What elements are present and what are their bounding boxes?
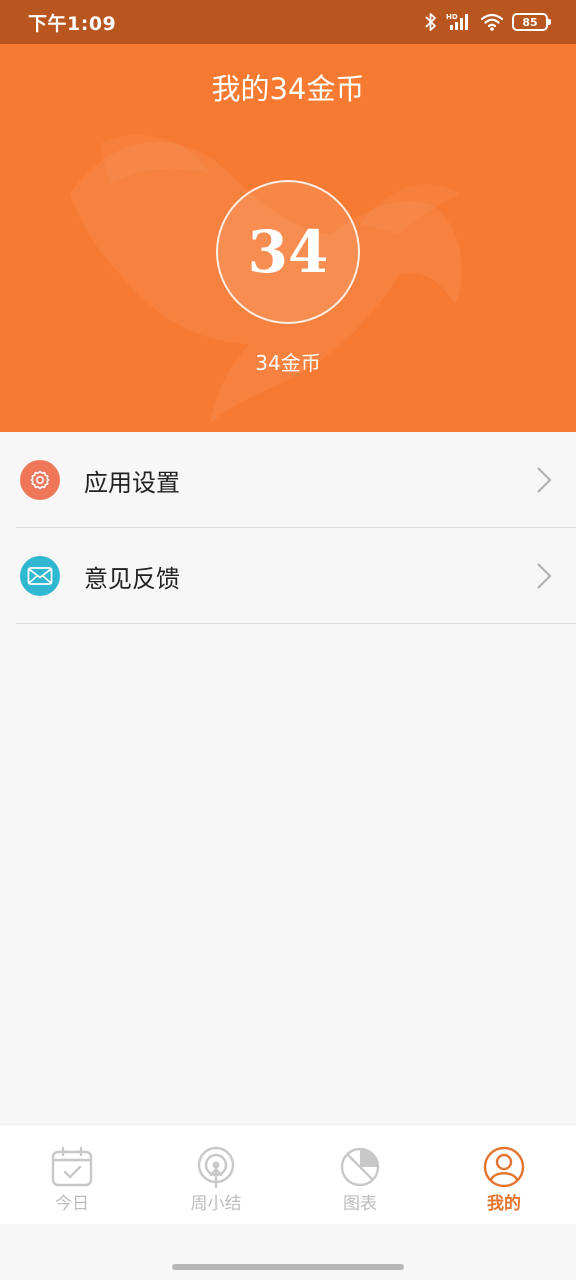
pie-chart-icon bbox=[340, 1147, 380, 1187]
user-icon bbox=[483, 1146, 525, 1188]
calendar-check-icon bbox=[51, 1146, 93, 1187]
settings-menu: 应用设置 意见反馈 bbox=[0, 432, 576, 624]
tab-label: 周小结 bbox=[190, 1194, 242, 1214]
svg-text:HD: HD bbox=[446, 13, 458, 21]
tab-label: 我的 bbox=[487, 1194, 521, 1214]
chevron-right-icon bbox=[537, 563, 552, 589]
page-title: 我的34金币 bbox=[211, 72, 365, 106]
tab-label: 图表 bbox=[343, 1194, 377, 1214]
tab-weekly-summary[interactable]: 周小结 bbox=[144, 1125, 288, 1224]
status-time: 下午1:09 bbox=[28, 12, 117, 35]
bottom-tab-bar: 今日 周小结 图表 我的 bbox=[0, 1124, 576, 1224]
coin-balance-circle: 34 bbox=[216, 180, 360, 324]
phone-screen: 下午1:09 HD 85 我的34金币 34 34金币 应用设置 意见反馈 今日… bbox=[0, 0, 576, 1280]
broadcast-icon bbox=[197, 1146, 235, 1189]
coin-balance-label: 34金币 bbox=[255, 351, 321, 375]
menu-item-app-settings[interactable]: 应用设置 bbox=[0, 432, 576, 528]
coin-balance-number: 34 bbox=[247, 218, 329, 286]
tab-charts[interactable]: 图表 bbox=[288, 1125, 432, 1224]
status-icons: HD 85 bbox=[424, 12, 551, 32]
battery-indicator: 85 bbox=[512, 13, 551, 31]
chevron-right-icon bbox=[537, 467, 552, 493]
signal-icon: HD bbox=[446, 13, 468, 30]
status-bar: 下午1:09 HD 85 bbox=[0, 0, 576, 44]
tab-today[interactable]: 今日 bbox=[0, 1125, 144, 1224]
bluetooth-icon bbox=[425, 13, 436, 31]
gear-icon bbox=[20, 460, 60, 500]
menu-item-feedback[interactable]: 意见反馈 bbox=[0, 528, 576, 624]
coins-header: 我的34金币 34 34金币 bbox=[0, 44, 576, 432]
menu-item-label: 意见反馈 bbox=[84, 564, 180, 593]
tab-label: 今日 bbox=[55, 1194, 89, 1214]
menu-item-label: 应用设置 bbox=[84, 468, 180, 497]
tab-mine[interactable]: 我的 bbox=[432, 1125, 576, 1224]
mail-icon bbox=[20, 556, 60, 596]
home-indicator[interactable] bbox=[172, 1264, 404, 1270]
wifi-icon bbox=[480, 13, 504, 31]
battery-level: 85 bbox=[522, 15, 538, 29]
